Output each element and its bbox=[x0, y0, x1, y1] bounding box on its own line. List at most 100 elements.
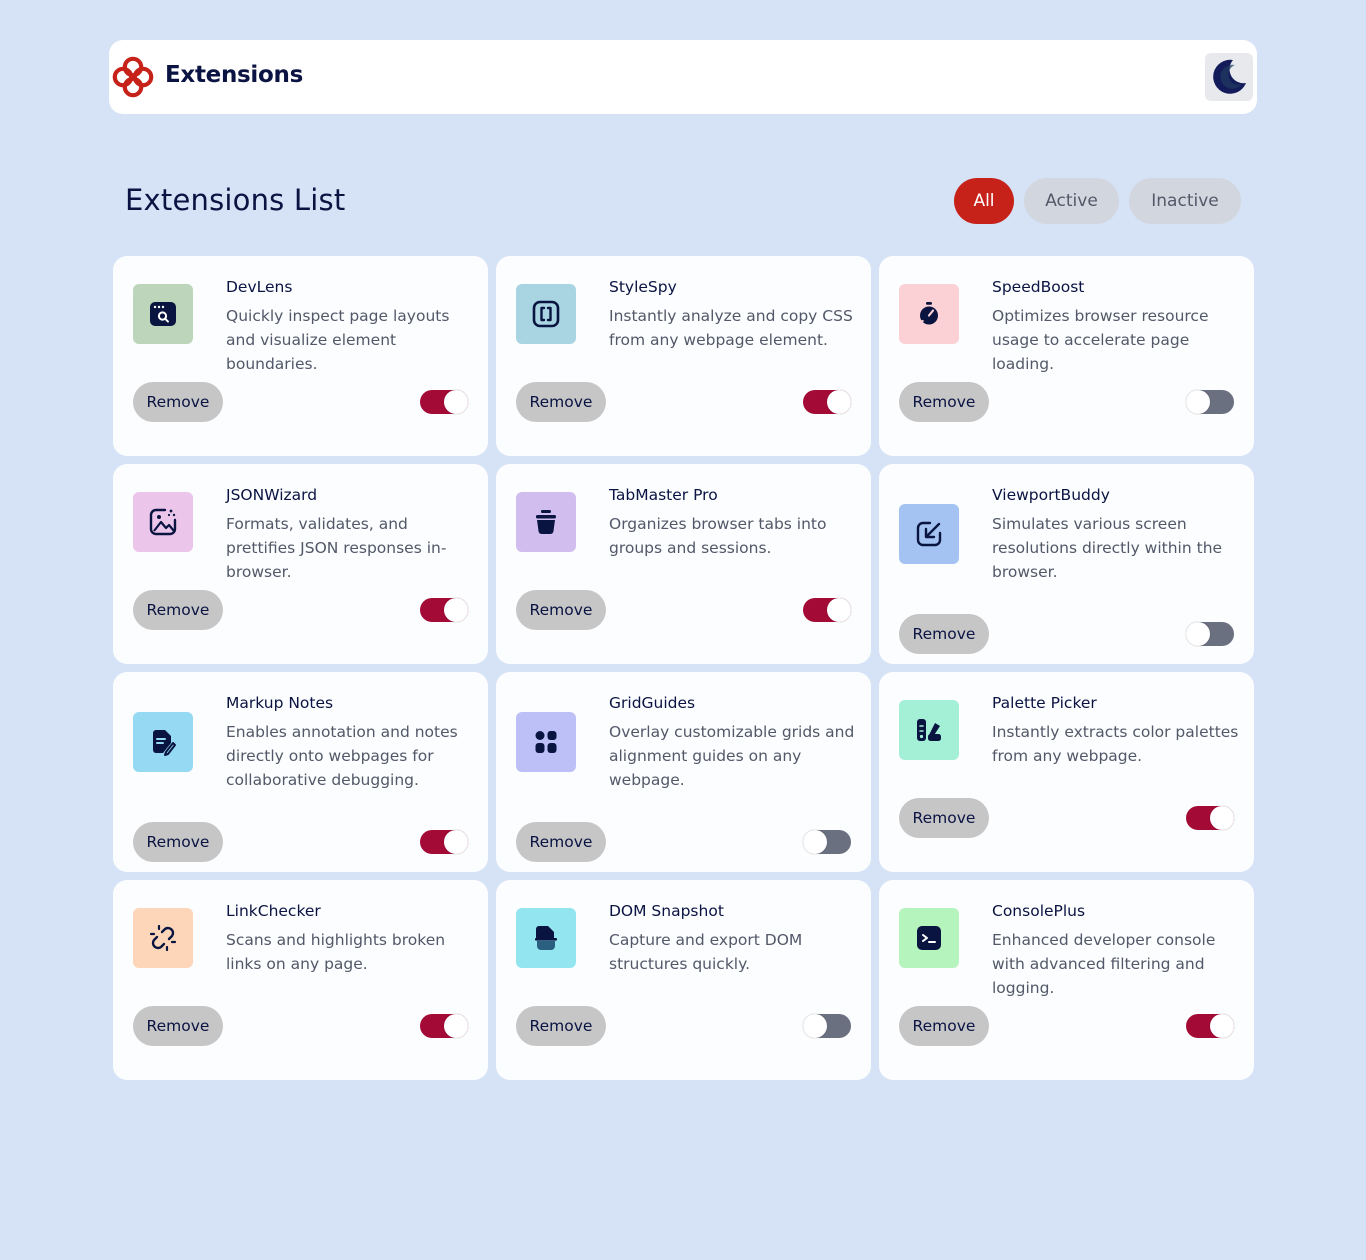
extension-name: DOM Snapshot bbox=[609, 902, 724, 920]
page-title: Extensions List bbox=[125, 183, 346, 217]
extension-description: Quickly inspect page layouts and visuali… bbox=[226, 307, 450, 373]
extension-toggle[interactable] bbox=[420, 390, 468, 414]
remove-button[interactable]: Remove bbox=[899, 382, 989, 422]
filter-inactive-button[interactable]: Inactive bbox=[1129, 178, 1241, 224]
grid-dots-icon bbox=[535, 731, 557, 753]
toggle-knob bbox=[1186, 622, 1210, 646]
extension-description: Capture and export DOM structures quickl… bbox=[609, 931, 803, 973]
brand-name: Extensions bbox=[165, 62, 303, 88]
remove-button[interactable]: Remove bbox=[516, 822, 606, 862]
remove-button[interactable]: Remove bbox=[516, 1006, 606, 1046]
remove-button[interactable]: Remove bbox=[133, 822, 223, 862]
browser-search-icon bbox=[150, 302, 176, 326]
extension-icon-box bbox=[516, 908, 576, 968]
extension-description: Formats, validates, and prettifies JSON … bbox=[226, 515, 447, 581]
extension-toggle[interactable] bbox=[1186, 1014, 1234, 1038]
toggle-knob bbox=[444, 1014, 468, 1038]
remove-button[interactable]: Remove bbox=[133, 382, 223, 422]
document-snapshot-icon bbox=[535, 926, 557, 950]
extension-toggle[interactable] bbox=[803, 1014, 851, 1038]
extension-description: Overlay customizable grids and alignment… bbox=[609, 723, 855, 789]
toggle-knob bbox=[444, 390, 468, 414]
extension-name: SpeedBoost bbox=[992, 278, 1085, 296]
extension-card-linkchecker: LinkChecker Scans and highlights broken … bbox=[113, 880, 488, 1080]
remove-button[interactable]: Remove bbox=[133, 1006, 223, 1046]
extension-description: Organizes browser tabs into groups and s… bbox=[609, 515, 827, 557]
theme-toggle-button[interactable] bbox=[1205, 53, 1253, 101]
extension-toggle[interactable] bbox=[420, 598, 468, 622]
extension-card-jsonwizard: JSONWizard Formats, validates, and prett… bbox=[113, 464, 488, 664]
extension-card-consoleplus: ConsolePlus Enhanced developer console w… bbox=[879, 880, 1254, 1080]
remove-button[interactable]: Remove bbox=[133, 590, 223, 630]
extension-card-markup-notes: Markup Notes Enables annotation and note… bbox=[113, 672, 488, 872]
extension-card-stylespy: StyleSpy Instantly analyze and copy CSS … bbox=[496, 256, 871, 456]
image-sparkle-icon bbox=[149, 508, 177, 536]
logo-icon bbox=[112, 56, 154, 98]
filter-active-button[interactable]: Active bbox=[1024, 178, 1119, 224]
extension-icon-box bbox=[516, 284, 576, 344]
toggle-knob bbox=[1210, 1014, 1234, 1038]
toggle-knob bbox=[444, 598, 468, 622]
extension-icon-box bbox=[516, 492, 576, 552]
extension-icon-box bbox=[133, 908, 193, 968]
filter-all-button[interactable]: All bbox=[954, 178, 1014, 224]
extension-icon-box bbox=[899, 504, 959, 564]
extension-toggle[interactable] bbox=[1186, 806, 1234, 830]
extension-toggle[interactable] bbox=[1186, 390, 1234, 414]
remove-button[interactable]: Remove bbox=[899, 614, 989, 654]
extension-icon-box bbox=[133, 712, 193, 772]
toggle-knob bbox=[803, 830, 827, 854]
extension-name: DevLens bbox=[226, 278, 293, 296]
extension-description: Instantly analyze and copy CSS from any … bbox=[609, 307, 853, 349]
extension-name: ViewportBuddy bbox=[992, 486, 1110, 504]
stopwatch-icon bbox=[916, 302, 938, 325]
remove-button[interactable]: Remove bbox=[516, 382, 606, 422]
extension-icon-box bbox=[899, 700, 959, 760]
extension-name: StyleSpy bbox=[609, 278, 677, 296]
toggle-knob bbox=[803, 1014, 827, 1038]
extension-toggle[interactable] bbox=[803, 830, 851, 854]
extension-name: LinkChecker bbox=[226, 902, 321, 920]
toggle-knob bbox=[827, 598, 851, 622]
bracket-box-icon bbox=[532, 300, 560, 328]
extension-name: JSONWizard bbox=[226, 486, 318, 504]
note-pen-icon bbox=[153, 730, 176, 756]
extension-name: ConsolePlus bbox=[992, 902, 1086, 920]
extension-toggle[interactable] bbox=[420, 830, 468, 854]
extension-description: Instantly extracts color palettes from a… bbox=[992, 723, 1239, 765]
remove-button[interactable]: Remove bbox=[899, 1006, 989, 1046]
extension-icon-box bbox=[516, 712, 576, 772]
extension-icon-box bbox=[133, 284, 193, 344]
basket-icon bbox=[536, 510, 556, 534]
terminal-icon bbox=[917, 926, 941, 950]
extension-toggle[interactable] bbox=[803, 390, 851, 414]
top-bar: Extensions bbox=[109, 40, 1257, 114]
broken-link-icon bbox=[149, 924, 177, 952]
extension-toggle[interactable] bbox=[420, 1014, 468, 1038]
palette-icon bbox=[917, 719, 941, 741]
extension-card-speedboost: SpeedBoost Optimizes browser resource us… bbox=[879, 256, 1254, 456]
remove-button[interactable]: Remove bbox=[516, 590, 606, 630]
extension-card-tabmaster-pro: TabMaster Pro Organizes browser tabs int… bbox=[496, 464, 871, 664]
extension-description: Simulates various screen resolutions dir… bbox=[992, 515, 1223, 581]
remove-button[interactable]: Remove bbox=[899, 798, 989, 838]
toggle-knob bbox=[1186, 390, 1210, 414]
extension-name: Palette Picker bbox=[992, 694, 1097, 712]
extension-icon-box bbox=[899, 908, 959, 968]
extension-name: GridGuides bbox=[609, 694, 696, 712]
moon-icon bbox=[1213, 59, 1246, 94]
resize-arrow-icon bbox=[916, 521, 942, 547]
extension-description: Scans and highlights broken links on any… bbox=[226, 931, 446, 973]
extension-toggle[interactable] bbox=[1186, 622, 1234, 646]
extension-icon-box bbox=[133, 492, 193, 552]
extension-name: Markup Notes bbox=[226, 694, 334, 712]
extension-icon-box bbox=[899, 284, 959, 344]
toggle-knob bbox=[444, 830, 468, 854]
extension-card-viewportbuddy: ViewportBuddy Simulates various screen r… bbox=[879, 464, 1254, 664]
extension-name: TabMaster Pro bbox=[609, 486, 718, 504]
toggle-knob bbox=[827, 390, 851, 414]
extension-description: Optimizes browser resource usage to acce… bbox=[992, 307, 1209, 373]
extension-description: Enables annotation and notes directly on… bbox=[226, 723, 458, 789]
extension-card-palette-picker: Palette Picker Instantly extracts color … bbox=[879, 672, 1254, 872]
extension-toggle[interactable] bbox=[803, 598, 851, 622]
